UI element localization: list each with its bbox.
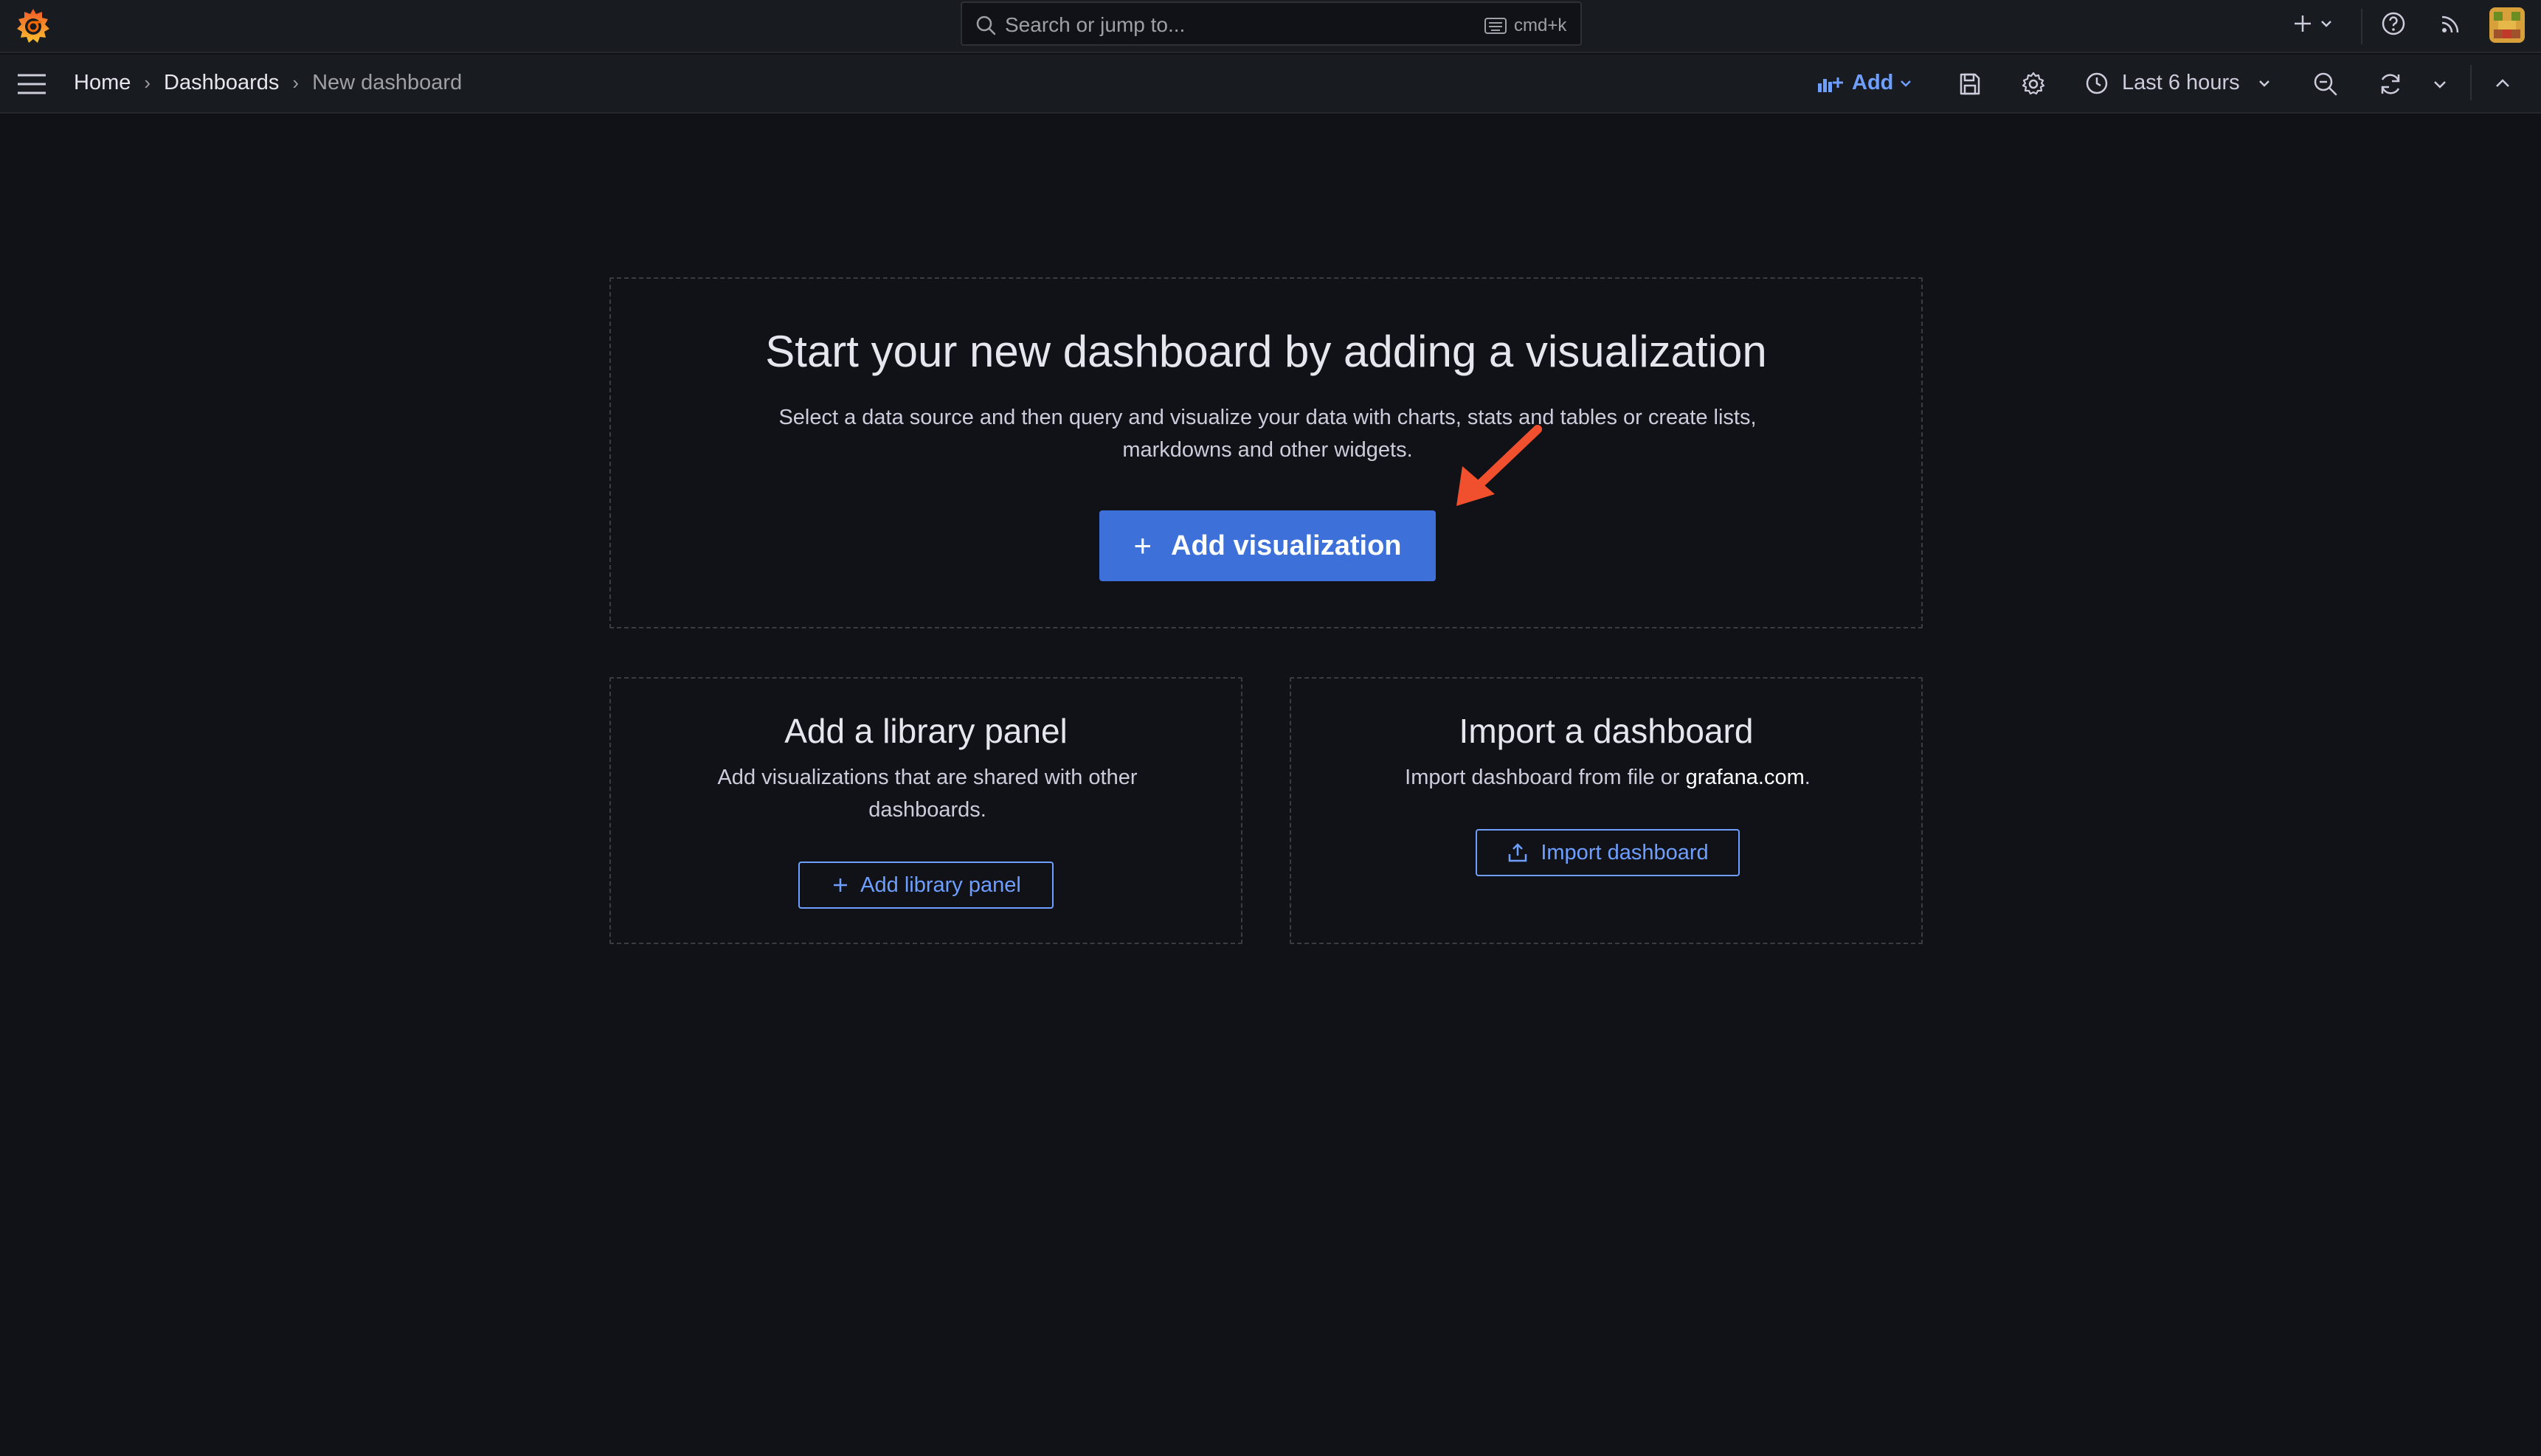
breadcrumb-dashboards[interactable]: Dashboards [164,71,279,95]
keyboard-icon [1484,18,1507,34]
chevron-right-icon: › [292,72,300,94]
library-panel-description: Add visualizations that are shared with … [717,766,1138,822]
import-dashboard-label: Import dashboard [1541,840,1709,864]
help-icon[interactable] [2380,10,2407,37]
clock-icon [2086,72,2108,94]
annotation-arrow-icon [1456,425,1542,506]
add-library-panel-button[interactable]: Add library panel [798,862,1054,909]
import-dashboard-description: Import dashboard from file or grafana.co… [1365,761,1850,794]
grafana-com-link[interactable]: grafana.com [1686,766,1805,789]
breadcrumb: Home › Dashboards › New dashboard [74,71,462,95]
menu-icon[interactable] [16,71,47,97]
time-range-picker[interactable]: Last 6 hours [2085,71,2272,95]
save-icon[interactable] [1957,71,1983,97]
breadcrumb-home[interactable]: Home [74,71,131,95]
library-panel-title: Add a library panel [784,712,1068,750]
add-panel-button[interactable]: Add [1816,71,1914,95]
add-label: Add [1852,71,1894,94]
add-visualization-icon [1818,77,1843,92]
upload-icon [1509,843,1527,862]
chevron-up-icon[interactable] [2489,71,2516,97]
search-shortcut: cmd+k [1514,15,1567,35]
add-library-panel-label: Add library panel [860,873,1021,897]
zoom-out-icon[interactable] [2312,71,2339,97]
panel-description: Select a data source and then query and … [778,406,1757,462]
refresh-icon[interactable] [2377,71,2404,97]
news-feed-icon[interactable] [2438,10,2464,37]
chevron-down-icon [1901,80,1912,87]
breadcrumb-current: New dashboard [312,71,463,94]
chevron-down-icon [2258,80,2269,87]
import-dashboard-title: Import a dashboard [1459,712,1754,750]
plus-icon [2295,15,2311,32]
search-placeholder: Search or jump to... [1005,13,1186,36]
import-dashboard-card: Import a dashboard Import dashboard from… [1290,677,1923,944]
empty-dashboard-panel: Start your new dashboard by adding a vis… [609,277,1923,628]
user-avatar[interactable] [2489,7,2525,43]
search-icon [976,15,996,35]
time-range-label: Last 6 hours [2122,71,2240,94]
grafana-logo[interactable] [13,6,53,46]
chevron-right-icon: › [144,72,151,94]
search-bar[interactable]: Search or jump to... cmd+k [961,1,1582,46]
new-menu-button[interactable] [2292,10,2334,37]
add-visualization-button[interactable]: + Add visualization [1099,510,1436,581]
page-title: Start your new dashboard by adding a vis… [765,327,1767,376]
plus-icon [834,878,848,892]
divider [2470,65,2472,100]
chevron-down-icon[interactable] [2430,71,2450,97]
import-description-text: Import dashboard from file or [1405,766,1686,789]
chevron-down-icon [2321,21,2331,27]
add-visualization-label: Add visualization [1171,530,1402,561]
library-panel-card: Add a library panel Add visualizations t… [609,677,1242,944]
import-dashboard-button[interactable]: Import dashboard [1476,829,1740,876]
settings-gear-icon[interactable] [2020,71,2047,97]
top-bar: Search or jump to... cmd+k [0,0,2541,53]
dashboard-nav-bar: Home › Dashboards › New dashboard Add La… [0,55,2541,114]
import-description-suffix: . [1804,766,1811,789]
divider [2361,9,2362,44]
plus-icon: + [1133,528,1152,563]
